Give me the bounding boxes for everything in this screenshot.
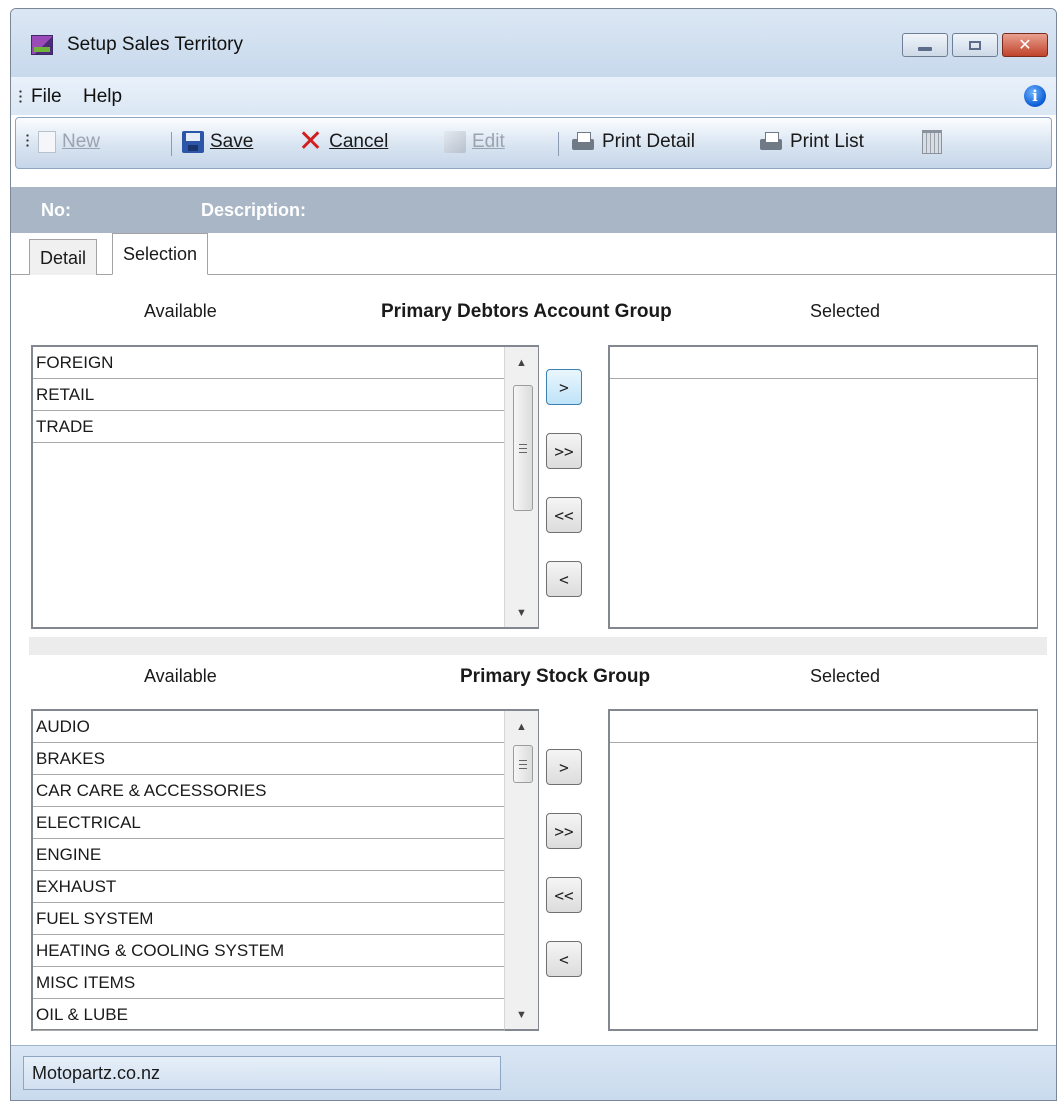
stock-available-list[interactable]: AUDIO BRAKES CAR CARE & ACCESSORIES ELEC… [31, 709, 539, 1031]
stock-available-rows: AUDIO BRAKES CAR CARE & ACCESSORIES ELEC… [33, 711, 505, 1031]
maximize-icon [969, 40, 981, 50]
stock-add-button[interactable]: > [546, 749, 582, 785]
status-bar: Motopartz.co.nz [11, 1045, 1056, 1100]
scroll-down-arrow-icon[interactable]: ▼ [505, 607, 538, 619]
list-item[interactable]: FUEL SYSTEM [33, 903, 505, 935]
cancel-button-label: Cancel [329, 131, 389, 152]
stock-selected-empty-row [610, 711, 1037, 743]
list-item[interactable]: FOREIGN [33, 347, 505, 379]
debtors-selected-empty-row [610, 347, 1037, 379]
cancel-icon: ✕ [298, 125, 324, 158]
debtors-available-label: Available [144, 301, 217, 321]
window-title: Setup Sales Territory [67, 34, 244, 55]
section-divider [29, 637, 1047, 655]
list-item[interactable]: CAR CARE & ACCESSORIES [33, 775, 505, 807]
menu-help[interactable]: Help [83, 86, 122, 108]
toolbar-separator [171, 132, 172, 156]
list-item[interactable]: EXHAUST [33, 871, 505, 903]
debtors-selected-list[interactable] [608, 345, 1038, 629]
debtors-available-rows: FOREIGN RETAIL TRADE [33, 347, 505, 443]
list-item[interactable]: HEATING & COOLING SYSTEM [33, 935, 505, 967]
debtors-section-title: Primary Debtors Account Group [381, 301, 672, 322]
title-bar: Setup Sales Territory ✕ [11, 9, 1056, 77]
scrollbar-thumb[interactable] [513, 745, 533, 783]
window-controls: ✕ [898, 33, 1048, 57]
list-item[interactable]: RETAIL [33, 379, 505, 411]
menu-grip-icon [19, 89, 22, 104]
close-icon: ✕ [1018, 37, 1032, 54]
edit-button-label: Edit [472, 131, 505, 152]
no-label: No: [41, 200, 71, 220]
print-detail-button[interactable]: Print Detail [570, 131, 695, 153]
debtors-remove-button[interactable]: < [546, 561, 582, 597]
print-detail-label: Print Detail [602, 131, 695, 152]
list-item[interactable]: TRADE [33, 411, 505, 443]
print-list-button[interactable]: Print List [758, 131, 864, 153]
delete-button[interactable] [922, 130, 948, 154]
record-header: No: Description: [11, 187, 1056, 233]
scroll-up-arrow-icon[interactable]: ▲ [505, 721, 538, 733]
cancel-button[interactable]: ✕ Cancel [298, 125, 389, 158]
toolbar-grip-icon [26, 133, 29, 148]
list-item[interactable]: OIL & LUBE [33, 999, 505, 1031]
minimize-button[interactable] [902, 33, 948, 57]
stock-available-scrollbar[interactable]: ▲ ▼ [504, 711, 538, 1029]
list-item[interactable]: ELECTRICAL [33, 807, 505, 839]
debtors-available-list[interactable]: FOREIGN RETAIL TRADE ▲ ▼ [31, 345, 539, 629]
stock-selected-label: Selected [810, 666, 881, 686]
description-label: Description: [201, 200, 307, 220]
list-item[interactable]: MISC ITEMS [33, 967, 505, 999]
scroll-down-arrow-icon[interactable]: ▼ [505, 1009, 538, 1021]
debtors-remove-all-button[interactable]: << [546, 497, 582, 533]
print-list-label: Print List [790, 131, 864, 152]
menu-bar: File Help i [11, 77, 1056, 115]
maximize-button[interactable] [952, 33, 998, 57]
new-document-icon [38, 131, 56, 153]
debtors-add-button[interactable]: > [546, 369, 582, 405]
new-button-label: New [62, 131, 101, 152]
save-button-label: Save [210, 131, 254, 152]
debtors-selected-label: Selected [810, 301, 881, 321]
list-item[interactable]: AUDIO [33, 711, 505, 743]
printer-icon [570, 131, 596, 153]
edit-button[interactable]: Edit [444, 131, 505, 153]
tab-strip: Detail Selection [11, 233, 1056, 275]
minimize-icon [918, 47, 932, 51]
stock-remove-all-button[interactable]: << [546, 877, 582, 913]
app-icon [31, 35, 53, 55]
stock-remove-button[interactable]: < [546, 941, 582, 977]
stock-selected-list[interactable] [608, 709, 1038, 1031]
stock-add-all-button[interactable]: >> [546, 813, 582, 849]
new-button[interactable]: New [38, 131, 100, 153]
info-icon[interactable]: i [1024, 85, 1046, 107]
list-item[interactable]: ENGINE [33, 839, 505, 871]
scroll-up-arrow-icon[interactable]: ▲ [505, 357, 538, 369]
status-text: Motopartz.co.nz [23, 1056, 501, 1090]
scrollbar-thumb[interactable] [513, 385, 533, 511]
save-icon [182, 131, 204, 153]
close-button[interactable]: ✕ [1002, 33, 1048, 57]
debtors-add-all-button[interactable]: >> [546, 433, 582, 469]
save-button[interactable]: Save [182, 131, 253, 153]
toolbar-separator [558, 132, 559, 156]
debtors-available-scrollbar[interactable]: ▲ ▼ [504, 347, 538, 627]
printer-icon [758, 131, 784, 153]
toolbar: New Save ✕ Cancel Edit Print Detail Prin… [15, 117, 1052, 169]
list-item[interactable]: BRAKES [33, 743, 505, 775]
trash-icon [922, 130, 942, 154]
tab-detail[interactable]: Detail [29, 239, 98, 275]
menu-file[interactable]: File [31, 86, 62, 108]
stock-available-label: Available [144, 666, 217, 686]
stock-section-title: Primary Stock Group [460, 666, 651, 687]
tab-selection[interactable]: Selection [112, 233, 209, 275]
setup-sales-territory-window: Setup Sales Territory ✕ File Help i New … [10, 8, 1057, 1101]
edit-icon [444, 131, 466, 153]
